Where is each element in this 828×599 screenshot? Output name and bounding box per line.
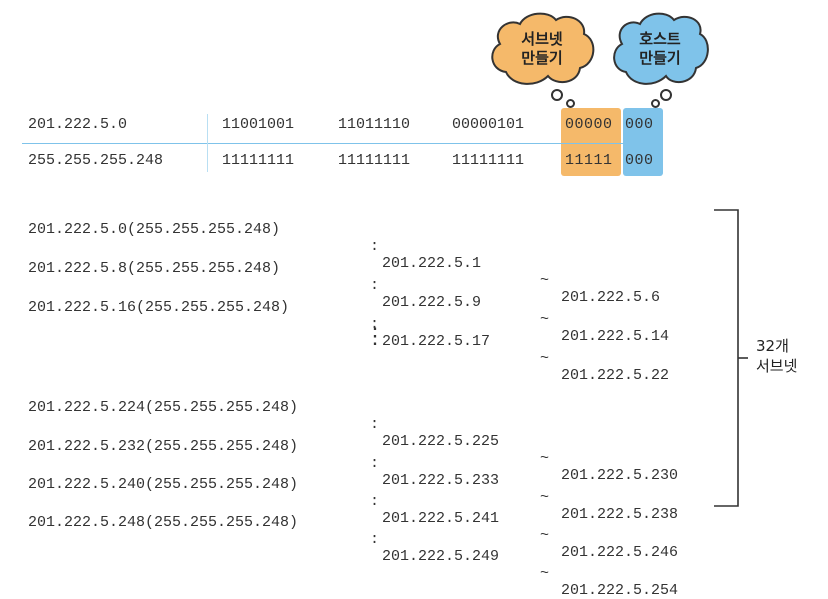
subnet-tilde: ~ bbox=[540, 527, 550, 544]
subnet-network: 201.222.5.16(255.255.255.248) bbox=[28, 299, 290, 316]
subnet-separator: : bbox=[370, 531, 380, 548]
subnet-first-host: 201.222.5.17 bbox=[382, 333, 491, 350]
subnet-network: 201.222.5.232(255.255.255.248) bbox=[28, 438, 299, 455]
subnet-first-host: 201.222.5.225 bbox=[382, 433, 500, 450]
subnet-row: 201.222.5.16(255.255.255.248) : 201.222.… bbox=[28, 282, 669, 384]
mask-octet-1: 11111111 bbox=[222, 152, 295, 169]
subnet-cloud-label: 서브넷 만들기 bbox=[521, 30, 563, 67]
subnet-bracket-line bbox=[714, 209, 739, 507]
subnet-network: 201.222.5.240(255.255.255.248) bbox=[28, 476, 299, 493]
subnet-network: 201.222.5.8(255.255.255.248) bbox=[28, 260, 281, 277]
host-cloud-bubble-small bbox=[651, 99, 660, 108]
table-divider-horizontal bbox=[22, 143, 652, 144]
subnet-tilde: ~ bbox=[540, 311, 550, 328]
ip-octet-3: 00000101 bbox=[452, 116, 525, 133]
subnet-network: 201.222.5.0(255.255.255.248) bbox=[28, 221, 281, 238]
mask-subnet-bits: 11111 bbox=[565, 152, 613, 169]
subnet-tilde: ~ bbox=[540, 489, 550, 506]
subnet-separator: : bbox=[370, 493, 380, 510]
mask-octet-2: 11111111 bbox=[338, 152, 411, 169]
subnet-separator: : bbox=[370, 277, 380, 294]
subnet-tilde: ~ bbox=[540, 450, 550, 467]
subnet-cloud-bubble-large bbox=[551, 89, 563, 101]
host-cloud-label: 호스트 만들기 bbox=[639, 30, 681, 67]
subnet-cloud: 서브넷 만들기 bbox=[486, 8, 598, 90]
host-cloud-bubble-large bbox=[660, 89, 672, 101]
ip-octet-2: 11011110 bbox=[338, 116, 411, 133]
subnet-last-host: 201.222.5.230 bbox=[561, 467, 679, 484]
subnet-last-host: 201.222.5.246 bbox=[561, 544, 679, 561]
subnet-count-label: 32개 서브넷 bbox=[756, 337, 798, 375]
subnet-first-host: 201.222.5.241 bbox=[382, 510, 500, 527]
subnet-separator: : bbox=[370, 416, 380, 433]
subnet-first-host: 201.222.5.249 bbox=[382, 548, 500, 565]
subnet-tilde: ~ bbox=[540, 565, 550, 582]
ip-host-bits: 000 bbox=[625, 116, 654, 133]
subnet-network: 201.222.5.224(255.255.255.248) bbox=[28, 399, 299, 416]
mask-host-bits: 000 bbox=[625, 152, 654, 169]
subnet-bracket bbox=[714, 209, 748, 507]
subnet-first-host: 201.222.5.9 bbox=[382, 294, 482, 311]
ip-address: 201.222.5.0 bbox=[28, 116, 128, 133]
vertical-ellipsis: ⋮ bbox=[364, 325, 386, 350]
subnet-first-host: 201.222.5.1 bbox=[382, 255, 482, 272]
ip-subnet-bits: 00000 bbox=[565, 116, 613, 133]
host-cloud: 호스트 만들기 bbox=[608, 8, 712, 90]
subnet-last-host: 201.222.5.14 bbox=[561, 328, 670, 345]
mask-address: 255.255.255.248 bbox=[28, 152, 164, 169]
subnet-separator: : bbox=[370, 238, 380, 255]
subnet-cloud-bubble-small bbox=[566, 99, 575, 108]
subnet-last-host: 201.222.5.254 bbox=[561, 582, 679, 599]
subnet-row: 201.222.5.248(255.255.255.248) : 201.222… bbox=[28, 497, 678, 599]
subnet-separator: : bbox=[370, 455, 380, 472]
mask-octet-3: 11111111 bbox=[452, 152, 525, 169]
ip-octet-1: 11001001 bbox=[222, 116, 295, 133]
subnet-first-host: 201.222.5.233 bbox=[382, 472, 500, 489]
subnet-last-host: 201.222.5.22 bbox=[561, 367, 670, 384]
subnet-tilde: ~ bbox=[540, 272, 550, 289]
subnet-last-host: 201.222.5.6 bbox=[561, 289, 661, 306]
subnet-tilde: ~ bbox=[540, 350, 550, 367]
subnet-last-host: 201.222.5.238 bbox=[561, 506, 679, 523]
subnet-network: 201.222.5.248(255.255.255.248) bbox=[28, 514, 299, 531]
table-divider-vertical bbox=[207, 114, 208, 172]
